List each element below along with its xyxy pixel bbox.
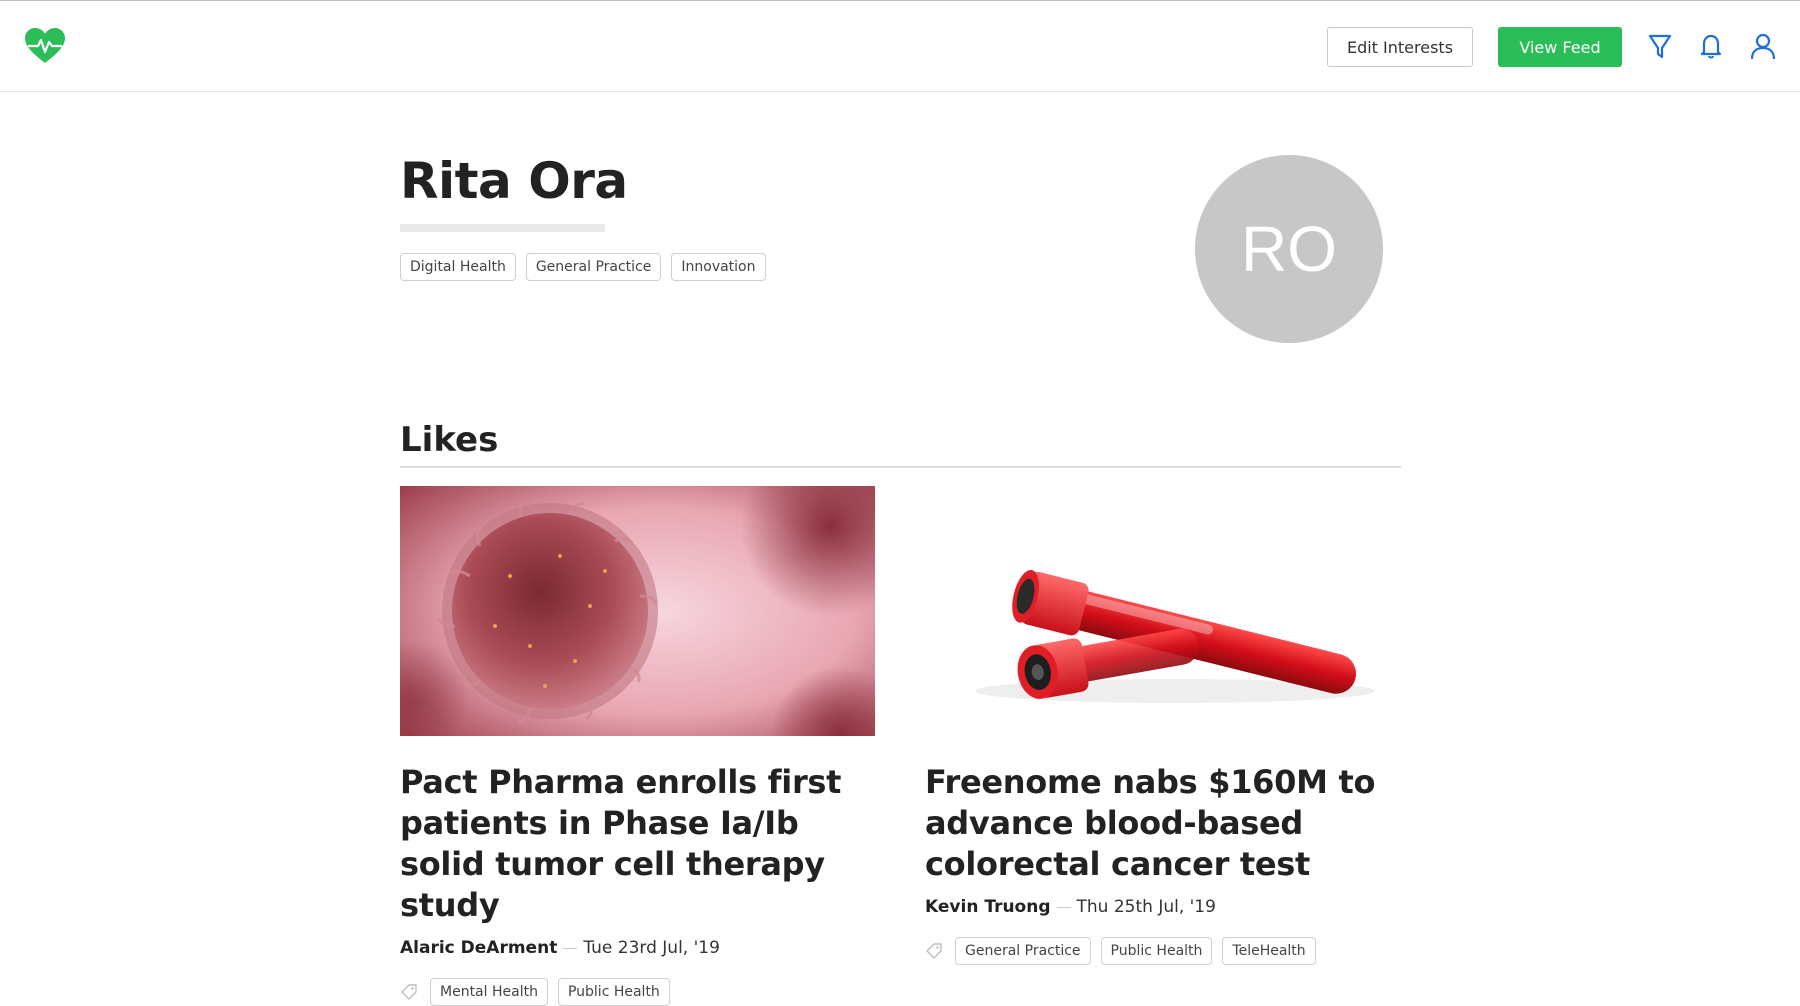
interest-tag[interactable]: Innovation xyxy=(671,253,766,281)
heart-pulse-logo-icon[interactable] xyxy=(24,27,66,65)
article-tag[interactable]: TeleHealth xyxy=(1222,937,1316,965)
interest-tag[interactable]: General Practice xyxy=(525,253,662,281)
top-navigation-bar: Edit Interests View Feed xyxy=(0,0,1800,92)
tag-icon xyxy=(401,984,417,1000)
article-tags: Mental Health Public Health xyxy=(400,978,875,1006)
article-image-cancer-cell[interactable] xyxy=(400,486,875,736)
article-image-blood-tubes[interactable] xyxy=(925,486,1400,736)
article-meta: Alaric DeArment Tue 23rd Jul, '19 xyxy=(400,938,875,958)
interest-tag[interactable]: Digital Health xyxy=(400,253,516,281)
article-card[interactable]: Freenome nabs $160M to advance blood-bas… xyxy=(925,486,1400,965)
article-title[interactable]: Freenome nabs $160M to advance blood-bas… xyxy=(925,762,1400,885)
article-tag[interactable]: General Practice xyxy=(955,937,1091,965)
article-date: Tue 23rd Jul, '19 xyxy=(583,938,720,958)
avatar-initials: RO xyxy=(1241,213,1337,285)
filter-icon[interactable] xyxy=(1646,31,1674,61)
article-author[interactable]: Kevin Truong xyxy=(925,897,1051,917)
likes-section-title: Likes xyxy=(400,420,499,460)
meta-separator xyxy=(1056,906,1071,908)
profile-interest-tags: Digital Health General Practice Innovati… xyxy=(400,253,766,281)
article-tag[interactable]: Public Health xyxy=(557,978,670,1006)
tag-icon xyxy=(926,943,942,959)
user-icon[interactable] xyxy=(1749,31,1777,61)
edit-interests-button[interactable]: Edit Interests xyxy=(1327,27,1473,67)
avatar[interactable]: RO xyxy=(1195,155,1383,343)
profile-name: Rita Ora xyxy=(400,152,628,210)
article-card[interactable]: Pact Pharma enrolls first patients in Ph… xyxy=(400,486,875,1006)
view-feed-button[interactable]: View Feed xyxy=(1498,27,1622,67)
name-underline-divider xyxy=(400,224,605,232)
article-date: Thu 25th Jul, '19 xyxy=(1076,897,1216,917)
article-tag[interactable]: Public Health xyxy=(1100,937,1213,965)
article-meta: Kevin Truong Thu 25th Jul, '19 xyxy=(925,897,1400,917)
meta-separator xyxy=(563,947,578,949)
article-author[interactable]: Alaric DeArment xyxy=(400,938,557,958)
article-tags: General Practice Public Health TeleHealt… xyxy=(925,937,1400,965)
section-divider xyxy=(400,466,1401,468)
article-title[interactable]: Pact Pharma enrolls first patients in Ph… xyxy=(400,762,875,926)
article-tag[interactable]: Mental Health xyxy=(430,978,548,1006)
bell-icon[interactable] xyxy=(1697,31,1725,61)
